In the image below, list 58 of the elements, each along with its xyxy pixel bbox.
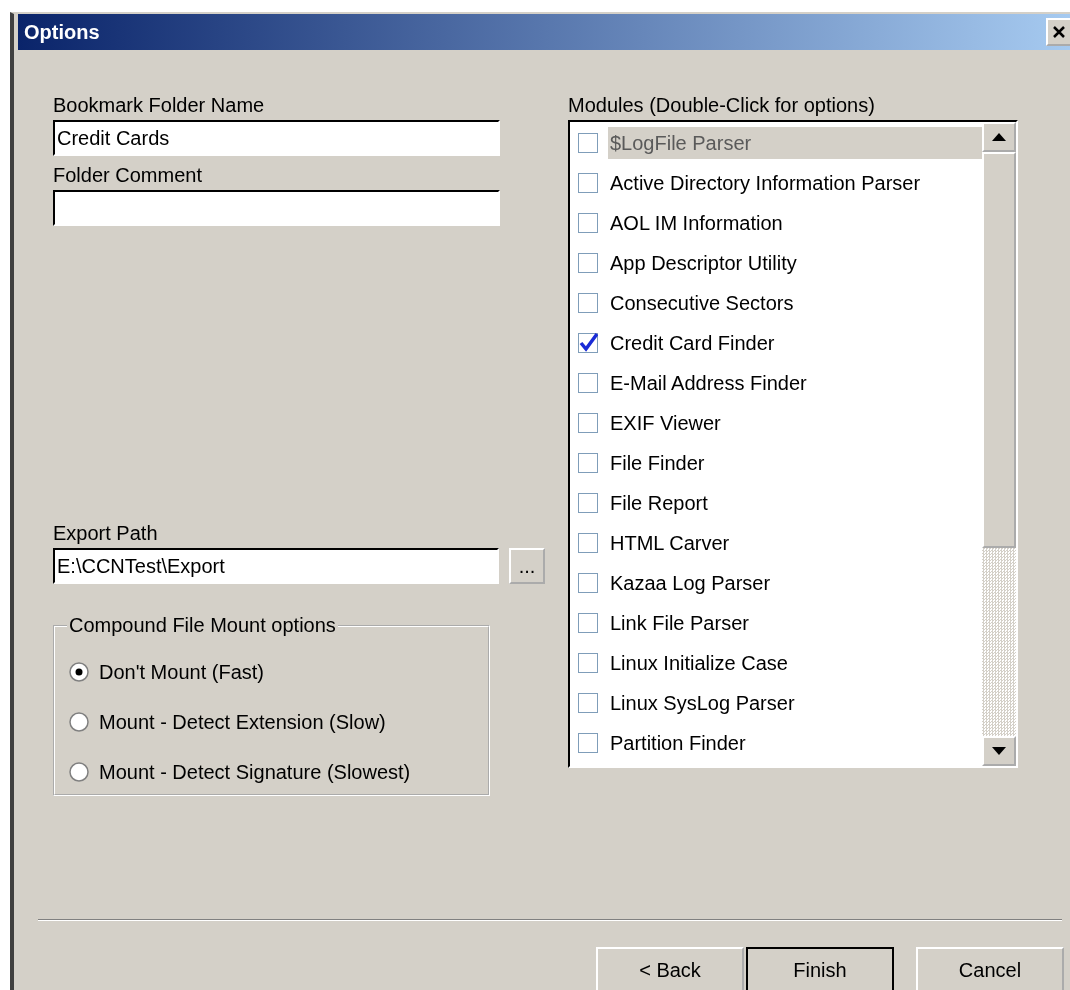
- list-item[interactable]: Linux SysLog Parser: [608, 687, 982, 719]
- list-item[interactable]: Active Directory Information Parser: [608, 167, 982, 199]
- window-title: Options: [23, 20, 100, 44]
- list-item[interactable]: App Descriptor Utility: [608, 247, 982, 279]
- field-label: Bookmark Folder Name: [53, 94, 266, 118]
- list-item[interactable]: HTML Carver: [608, 527, 982, 559]
- list-item[interactable]: Consecutive Sectors: [608, 287, 982, 319]
- group-label: Compound File Mount options: [68, 614, 337, 637]
- list-item[interactable]: Credit Card Finder: [608, 327, 982, 359]
- list-item[interactable]: File Report: [608, 487, 982, 519]
- scroll-down-button[interactable]: [982, 736, 1016, 766]
- list-item[interactable]: Link File Parser: [608, 607, 982, 639]
- dialog-button[interactable]: Finish: [746, 947, 894, 990]
- field-label: Folder Comment: [53, 164, 203, 188]
- close-icon: [1052, 25, 1066, 39]
- list-item[interactable]: Linux Initialize Case: [608, 647, 982, 679]
- checkbox[interactable]: [578, 293, 598, 313]
- list-item[interactable]: File Finder: [608, 447, 982, 479]
- list-label: Modules (Double-Click for options): [568, 94, 876, 118]
- list-item[interactable]: EXIF Viewer: [608, 407, 982, 439]
- field-label: Export Path: [53, 522, 159, 546]
- checkbox[interactable]: [578, 253, 598, 273]
- radio-button[interactable]: [69, 662, 89, 682]
- radio-label[interactable]: Don't Mount (Fast): [99, 660, 264, 684]
- checkbox[interactable]: [578, 133, 598, 153]
- checkbox[interactable]: [578, 533, 598, 553]
- radio-label[interactable]: Mount - Detect Extension (Slow): [99, 710, 386, 734]
- checkbox[interactable]: [578, 733, 598, 753]
- list-item[interactable]: AOL IM Information: [608, 207, 982, 239]
- input-field[interactable]: Credit Cards: [53, 120, 500, 156]
- list-item[interactable]: Partition Finder: [608, 727, 982, 759]
- checkbox[interactable]: [578, 573, 598, 593]
- browse-button[interactable]: ...: [509, 548, 545, 584]
- input-field[interactable]: [53, 190, 500, 226]
- checkbox[interactable]: [578, 333, 598, 353]
- list-item[interactable]: Kazaa Log Parser: [608, 567, 982, 599]
- checkbox[interactable]: [578, 173, 598, 193]
- close-button[interactable]: [1046, 18, 1070, 46]
- checkbox[interactable]: [578, 213, 598, 233]
- radio-button[interactable]: [69, 712, 89, 732]
- checkbox[interactable]: [578, 453, 598, 473]
- checkbox[interactable]: [578, 373, 598, 393]
- list-item[interactable]: E-Mail Address Finder: [608, 367, 982, 399]
- input-field[interactable]: E:\CCNTest\Export: [53, 548, 500, 584]
- checkbox[interactable]: [578, 693, 598, 713]
- scrollbar-thumb[interactable]: [982, 152, 1016, 548]
- up-arrow-icon: [992, 133, 1006, 141]
- checkbox[interactable]: [578, 413, 598, 433]
- radio-label[interactable]: Mount - Detect Signature (Slowest): [99, 760, 411, 784]
- checkbox[interactable]: [578, 493, 598, 513]
- radio-button[interactable]: [69, 762, 89, 782]
- checkbox[interactable]: [578, 653, 598, 673]
- scroll-up-button[interactable]: [982, 122, 1016, 152]
- dialog-button[interactable]: < Back: [596, 947, 744, 990]
- list-item[interactable]: $LogFile Parser: [608, 127, 982, 159]
- checkbox[interactable]: [578, 613, 598, 633]
- dialog-button[interactable]: Cancel: [916, 947, 1064, 990]
- down-arrow-icon: [992, 747, 1006, 755]
